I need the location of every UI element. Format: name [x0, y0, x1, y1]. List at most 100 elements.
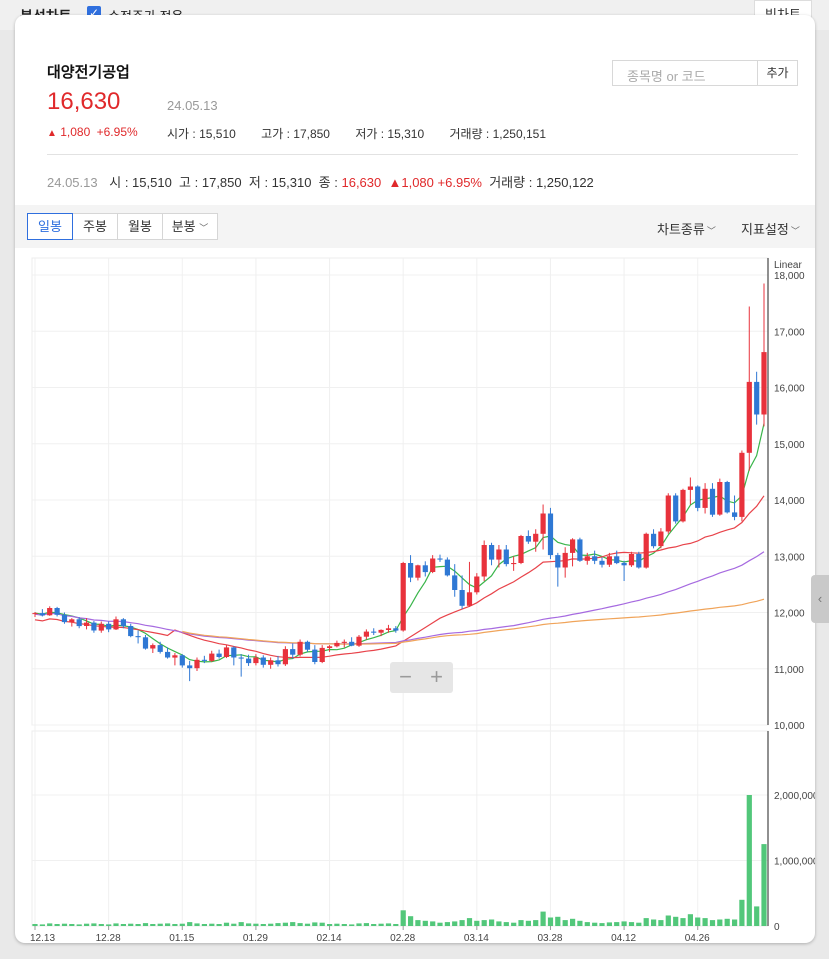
- candle-body: [349, 641, 355, 646]
- chevron-down-icon: ﹀: [706, 226, 716, 236]
- scale-label: Linear: [774, 260, 802, 271]
- ohlc-volume-label: 거래량: [489, 175, 526, 190]
- volume-bar: [746, 795, 752, 926]
- candle-body: [201, 659, 207, 661]
- stock-search-input[interactable]: 종목명 or 코드: [612, 60, 758, 86]
- candle-body: [76, 619, 82, 627]
- candle-body: [496, 549, 502, 560]
- x-tick-label: 01.15: [169, 933, 194, 943]
- candle-body: [327, 646, 333, 648]
- zoom-out-button[interactable]: −: [390, 662, 421, 692]
- candle-body: [371, 631, 377, 633]
- volume-bar: [120, 924, 126, 926]
- price-tick-label: 14,000: [774, 496, 805, 507]
- candle-body: [444, 559, 450, 576]
- current-price: 16,630: [47, 88, 121, 115]
- volume-bar: [223, 922, 230, 926]
- candle-body: [695, 486, 701, 508]
- add-stock-button[interactable]: 추가: [757, 60, 798, 86]
- volume-bar: [415, 920, 421, 926]
- candle-body: [275, 660, 281, 665]
- candle-body: [157, 645, 163, 652]
- volume-tick-label: 1,000,000: [774, 857, 815, 868]
- candle-body: [577, 539, 583, 561]
- ohlc-high-label: 고: [179, 175, 192, 190]
- candle-body: [223, 647, 230, 657]
- volume-bar: [32, 924, 38, 926]
- volume-bar: [628, 922, 635, 926]
- tab-daily[interactable]: 일봉: [27, 213, 73, 240]
- candle-body: [422, 565, 428, 573]
- volume-bar: [466, 918, 473, 926]
- volume-bar: [39, 924, 45, 926]
- candle-body: [518, 536, 524, 563]
- candle-body: [636, 554, 642, 568]
- candle-body: [592, 556, 598, 561]
- volume-bar: [135, 924, 141, 926]
- price-tick-label: 15,000: [774, 440, 805, 451]
- stock-name: 대양전기공업: [47, 64, 130, 81]
- chart-panel: 대양전기공업 16,630 24.05.13 ▲ 1,080 +6.95% 시가…: [15, 15, 815, 943]
- price-tick-label: 10,000: [774, 721, 805, 732]
- up-arrow-icon: ▲: [47, 128, 57, 139]
- candle-body: [643, 533, 649, 568]
- zoom-in-button[interactable]: +: [421, 662, 452, 692]
- candle-body: [466, 592, 473, 606]
- volume-bar: [194, 923, 200, 926]
- candle-body: [69, 619, 75, 623]
- candle-body: [216, 653, 222, 657]
- x-tick-label: 12.13: [30, 933, 55, 943]
- volume-pane: [31, 730, 769, 927]
- volume-bar: [665, 915, 671, 926]
- tab-monthly[interactable]: 월봉: [117, 213, 163, 240]
- volume-bar: [540, 911, 546, 926]
- volume-bar: [547, 917, 554, 926]
- chart-type-dropdown[interactable]: 차트종류 ﹀: [657, 219, 716, 238]
- volume-bar: [363, 923, 369, 926]
- volume-bar: [238, 922, 244, 926]
- volume-bar: [577, 920, 583, 926]
- indicator-settings-dropdown[interactable]: 지표설정 ﹀: [741, 219, 800, 238]
- candle-body: [452, 575, 458, 590]
- x-tick-label: 02.14: [317, 933, 342, 943]
- candle-body: [32, 613, 38, 615]
- volume-bar: [408, 916, 414, 926]
- price-tick-label: 13,000: [774, 552, 805, 563]
- volume-bar: [349, 924, 355, 926]
- candle-body: [61, 614, 68, 623]
- volume-bar: [216, 924, 222, 926]
- candle-body: [47, 608, 53, 616]
- tab-weekly[interactable]: 주봉: [72, 213, 118, 240]
- candle-body: [128, 626, 134, 637]
- candlestick-chart[interactable]: Linear18,000 17,000 16,000 15,000 14,000 13,0…: [15, 248, 815, 943]
- volume-bar: [253, 923, 259, 926]
- candle-body: [91, 622, 97, 631]
- volume-bar: [157, 923, 163, 926]
- candle-body: [621, 563, 627, 566]
- candle-body: [503, 549, 509, 565]
- volume-bar: [444, 922, 450, 926]
- volume-bar: [187, 922, 193, 926]
- candle-body: [474, 576, 480, 593]
- x-tick-label: 04.12: [611, 933, 636, 943]
- volume-bar: [651, 919, 657, 926]
- candle-body: [732, 512, 738, 517]
- volume-bar: [91, 923, 97, 926]
- volume-bar: [606, 922, 612, 926]
- volume-bar: [709, 920, 716, 926]
- volume-bar: [422, 920, 428, 926]
- volume-bar: [142, 923, 149, 926]
- volume-bar: [717, 919, 723, 926]
- candle-body: [525, 536, 531, 542]
- tab-minute[interactable]: 분봉 ﹀: [162, 213, 218, 240]
- candle-body: [651, 533, 657, 547]
- candle-body: [555, 555, 561, 568]
- volume-bar: [61, 923, 68, 926]
- volume-bar: [518, 920, 524, 926]
- candle-body: [540, 513, 546, 534]
- side-panel-toggle[interactable]: ‹: [811, 575, 829, 623]
- volume-bar: [400, 910, 406, 926]
- indicator-settings-label: 지표설정: [741, 222, 789, 237]
- candle-body: [304, 641, 311, 650]
- candle-body: [628, 554, 635, 566]
